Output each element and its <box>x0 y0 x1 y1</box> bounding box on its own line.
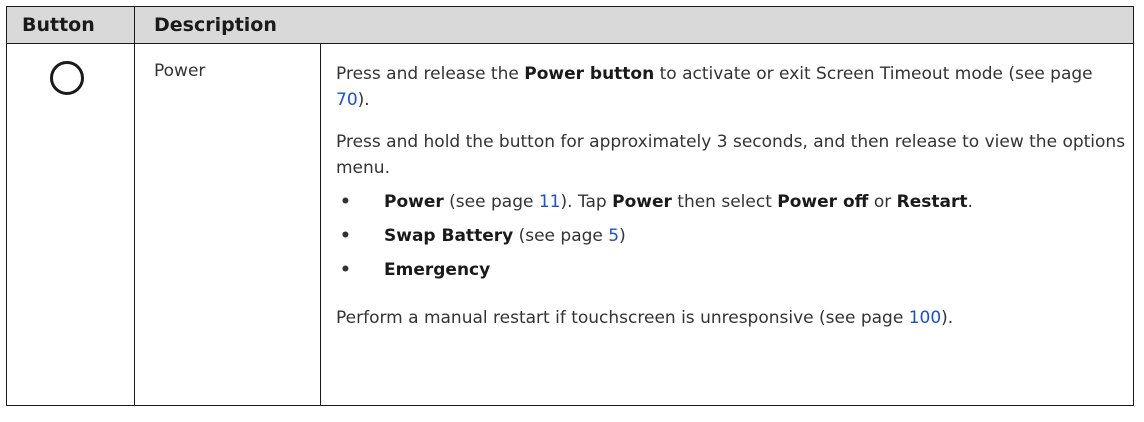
text: Perform a manual restart if touchscreen … <box>336 308 909 328</box>
text: ) <box>619 226 626 246</box>
text: to activate or exit Screen Timeout mode … <box>654 64 1093 84</box>
bullet-dot: • <box>340 226 351 246</box>
bold-text: Restart <box>896 192 968 212</box>
button-description-table: Button Description Power Press and relea… <box>6 6 1134 406</box>
bold-text: Power <box>612 192 672 212</box>
bullet-emergency: • Emergency <box>336 257 1126 291</box>
page-link-70[interactable]: 70 <box>336 90 358 110</box>
header-description: Description <box>154 14 277 36</box>
bold-text: Power <box>384 192 444 212</box>
page-link-11[interactable]: 11 <box>539 192 561 212</box>
button-name: Power <box>154 61 206 81</box>
bold-text: Power off <box>777 192 869 212</box>
button-description: Press and release the Power button to ac… <box>336 61 1126 331</box>
bullet-power: • Power (see page 11). Tap Power then se… <box>336 189 1126 223</box>
page-link-100[interactable]: 100 <box>909 308 941 328</box>
text: ). Tap <box>560 192 613 212</box>
text: (see page <box>513 226 609 246</box>
bold-text: Swap Battery <box>384 226 514 246</box>
page-link-5[interactable]: 5 <box>608 226 619 246</box>
bullet-swap-battery: • Swap Battery (see page 5) <box>336 223 1126 257</box>
text: or <box>868 192 897 212</box>
bullet-dot: • <box>340 192 351 212</box>
power-button-circle-icon <box>50 61 84 95</box>
text: (see page <box>443 192 539 212</box>
text: Press and release the <box>336 64 525 84</box>
bullet-dot: • <box>340 260 351 280</box>
description-paragraph-2: Press and hold the button for approximat… <box>336 132 1126 178</box>
text: ). <box>941 308 954 328</box>
text: ). <box>357 90 370 110</box>
column-divider-1 <box>134 7 135 405</box>
bold-text: Power button <box>524 64 655 84</box>
description-paragraph-3: Perform a manual restart if touchscreen … <box>336 305 1126 331</box>
text: then select <box>671 192 778 212</box>
description-paragraph-1: Press and release the Power button to ac… <box>336 61 1126 113</box>
text: . <box>967 192 973 212</box>
bold-text: Emergency <box>384 260 491 280</box>
column-divider-2 <box>320 43 321 405</box>
header-button: Button <box>22 14 95 36</box>
table-header: Button Description <box>7 7 1133 44</box>
